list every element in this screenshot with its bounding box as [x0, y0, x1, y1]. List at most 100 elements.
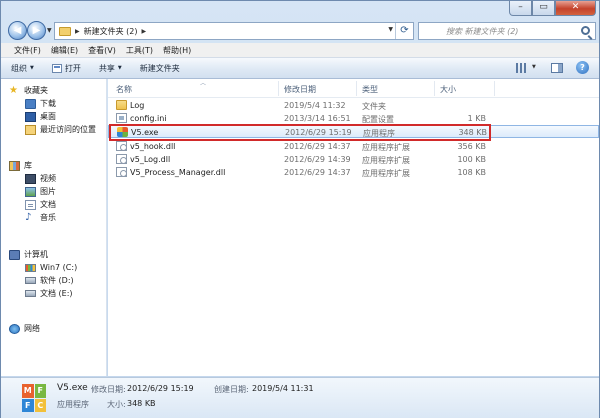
nav-computer-label: 计算机: [24, 250, 48, 259]
ini-file-icon: [116, 113, 127, 123]
address-box[interactable]: ▶ 新建文件夹 (2) ▶ ▼ ⟳: [54, 22, 414, 40]
folder-icon: [59, 26, 71, 36]
menu-tools[interactable]: 工具(T): [121, 45, 158, 56]
nav-pictures-label: 图片: [40, 187, 56, 196]
organize-button[interactable]: 组织 ▼: [11, 63, 34, 74]
drive-icon: [25, 277, 36, 284]
details-modified-value: 2012/6/29 15:19: [127, 384, 194, 393]
file-row-v5-log[interactable]: v5_Log.dll 2012/6/29 14:39 应用程序扩展 100 KB: [108, 153, 599, 166]
menu-file[interactable]: 文件(F): [9, 45, 46, 56]
file-row-v5-process-manager[interactable]: V5_Process_Manager.dll 2012/6/29 14:37 应…: [108, 166, 599, 179]
nav-network[interactable]: 网络: [1, 322, 107, 335]
search-input[interactable]: 搜索 新建文件夹 (2): [418, 22, 596, 40]
open-label: 打开: [64, 63, 81, 73]
open-button[interactable]: 打开: [51, 63, 81, 74]
nav-documents-label: 文档: [40, 200, 56, 209]
nav-drive-d[interactable]: 软件 (D:): [1, 274, 107, 287]
file-row-v5-exe[interactable]: V5.exe 2012/6/29 15:19 应用程序 348 KB: [108, 125, 599, 138]
sort-up-icon: ︿: [200, 80, 207, 87]
help-icon[interactable]: ?: [576, 61, 589, 74]
nav-music[interactable]: ♪ 音乐: [1, 211, 107, 224]
search-placeholder: 搜索 新建文件夹 (2): [446, 26, 519, 36]
forward-button[interactable]: ▶: [27, 21, 46, 40]
column-divider[interactable]: [434, 81, 435, 96]
maximize-button[interactable]: ▭: [532, 1, 555, 16]
details-modified-label: 修改日期:: [91, 385, 126, 394]
file-name: Log: [130, 101, 145, 110]
column-divider[interactable]: [494, 81, 495, 96]
close-button[interactable]: ✕: [555, 1, 596, 16]
app-icon-letter: F: [22, 398, 34, 412]
nav-documents[interactable]: 文档: [1, 198, 107, 211]
nav-drive-d-label: 软件 (D:): [40, 276, 74, 285]
nav-desktop[interactable]: 桌面: [1, 110, 107, 123]
column-date[interactable]: 修改日期: [284, 84, 316, 95]
file-name: v5_hook.dll: [130, 142, 176, 151]
menu-edit[interactable]: 编辑(E): [46, 45, 83, 56]
folder-icon: [116, 100, 127, 110]
file-size: 348 KB: [458, 128, 487, 137]
menu-view[interactable]: 查看(V): [83, 45, 121, 56]
details-type: 应用程序: [57, 400, 89, 409]
dll-file-icon: [116, 141, 127, 151]
desktop-icon: [25, 111, 36, 122]
refresh-button[interactable]: ⟳: [395, 23, 413, 39]
details-size-label: 大小:: [107, 400, 126, 409]
share-button[interactable]: 共享 ▼: [99, 63, 122, 74]
breadcrumb-separator-icon[interactable]: ▶: [75, 28, 80, 35]
nav-videos[interactable]: 视频: [1, 172, 107, 185]
video-icon: [25, 173, 36, 184]
preview-pane-icon[interactable]: [551, 63, 563, 73]
details-created-value: 2019/5/4 11:31: [252, 384, 314, 393]
column-headers: 名称 ︿ 修改日期 类型 大小: [108, 79, 599, 98]
recent-pages-dropdown-icon[interactable]: ▼: [47, 27, 52, 34]
new-folder-button[interactable]: 新建文件夹: [140, 63, 180, 74]
column-divider[interactable]: [278, 81, 279, 96]
computer-group: 计算机 Win7 (C:) 软件 (D:) 文档 (E:): [1, 248, 107, 300]
back-button[interactable]: ◀: [8, 21, 27, 40]
address-dropdown-icon[interactable]: ▼: [388, 26, 393, 33]
app-icon-letter: M: [22, 384, 34, 398]
file-row-log[interactable]: Log 2019/5/4 11:32 文件夹: [108, 99, 599, 112]
nav-computer[interactable]: 计算机: [1, 248, 107, 261]
new-folder-label: 新建文件夹: [139, 63, 180, 73]
nav-drive-e[interactable]: 文档 (E:): [1, 287, 107, 300]
column-type[interactable]: 类型: [362, 84, 378, 95]
menu-help[interactable]: 帮助(H): [158, 45, 196, 56]
details-pane: M F F C V5.exe 修改日期: 2012/6/29 15:19 创建日…: [1, 377, 599, 418]
search-icon[interactable]: [581, 26, 590, 35]
file-type: 应用程序扩展: [362, 143, 410, 152]
nav-drive-c[interactable]: Win7 (C:): [1, 261, 107, 274]
breadcrumb[interactable]: 新建文件夹 (2): [84, 26, 138, 37]
file-name: V5_Process_Manager.dll: [130, 168, 226, 177]
network-group: 网络: [1, 322, 107, 335]
nav-drive-c-label: Win7 (C:): [40, 263, 78, 272]
column-size[interactable]: 大小: [440, 84, 456, 95]
nav-recent-places[interactable]: 最近访问的位置: [1, 123, 107, 136]
network-icon: [9, 323, 20, 334]
nav-pictures[interactable]: 图片: [1, 185, 107, 198]
file-row-config[interactable]: config.ini 2013/3/14 16:51 配置设置 1 KB: [108, 112, 599, 125]
details-file-name: V5.exe: [57, 383, 88, 393]
favorites-group: ★ 收藏夹 下载 桌面 最近访问的位置: [1, 84, 107, 136]
change-view-icon[interactable]: [516, 63, 528, 73]
file-date: 2013/3/14 16:51: [284, 114, 351, 123]
view-dropdown-icon[interactable]: ▼: [532, 64, 536, 70]
share-label: 共享: [98, 63, 115, 73]
drive-icon: [25, 290, 36, 297]
exe-file-icon: [117, 127, 128, 137]
nav-libraries[interactable]: 库: [1, 159, 107, 172]
file-row-v5-hook[interactable]: v5_hook.dll 2012/6/29 14:37 应用程序扩展 356 K…: [108, 140, 599, 153]
open-icon: [51, 63, 62, 73]
nav-videos-label: 视频: [40, 174, 56, 183]
nav-libraries-label: 库: [24, 161, 32, 170]
nav-favorites[interactable]: ★ 收藏夹: [1, 84, 107, 97]
nav-downloads[interactable]: 下载: [1, 97, 107, 110]
computer-icon: [9, 249, 20, 260]
breadcrumb-separator-icon[interactable]: ▶: [142, 28, 147, 35]
minimize-button[interactable]: –: [509, 1, 532, 16]
column-name[interactable]: 名称: [116, 84, 132, 95]
column-divider[interactable]: [356, 81, 357, 96]
file-date: 2012/6/29 14:39: [284, 155, 351, 164]
dll-file-icon: [116, 154, 127, 164]
